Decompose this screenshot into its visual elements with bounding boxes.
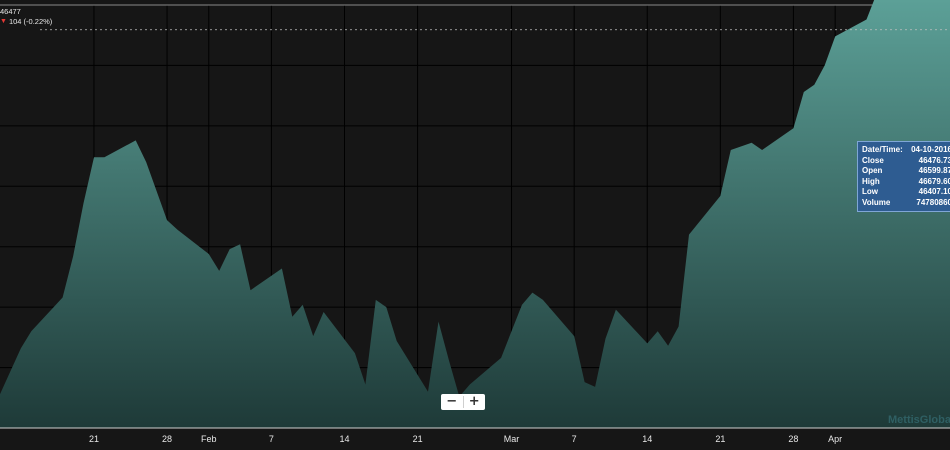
tooltip-row-low: Low 46407.10 bbox=[862, 187, 950, 198]
x-tick-label: 14 bbox=[339, 434, 349, 444]
x-tick-label: 21 bbox=[89, 434, 99, 444]
data-tooltip: Date/Time: 04-10-2016 Close 46476.73 Ope… bbox=[857, 141, 950, 212]
zoom-in-button[interactable]: + bbox=[464, 394, 486, 410]
x-tick-label: 7 bbox=[269, 434, 274, 444]
tooltip-value: 46407.10 bbox=[918, 187, 950, 196]
x-tick-label: Mar bbox=[504, 434, 520, 444]
x-tick-label: Feb bbox=[201, 434, 217, 444]
price-change-text: 104 (-0.22%) bbox=[8, 17, 53, 26]
tooltip-label: Low bbox=[862, 187, 878, 196]
tooltip-row-volume: Volume 74780860 bbox=[862, 198, 950, 209]
chart-container: 21 28 Feb 7 14 21 Mar 7 14 21 28 Apr 46477 ▼ 104 (-… bbox=[0, 0, 950, 450]
x-tick-label: 14 bbox=[642, 434, 652, 444]
price-header: 46477 ▼ 104 (-0.22%) bbox=[0, 7, 52, 27]
tooltip-value: 04-10-2016 bbox=[911, 145, 950, 154]
x-tick-label: 28 bbox=[162, 434, 172, 444]
tooltip-value: 46599.87 bbox=[918, 166, 950, 175]
x-tick-label: Apr bbox=[828, 434, 842, 444]
tooltip-label: Volume bbox=[862, 197, 891, 207]
tooltip-label: Open bbox=[862, 166, 883, 175]
tooltip-row-high: High 46679.60 bbox=[862, 177, 950, 188]
x-tick-label: 21 bbox=[413, 434, 423, 444]
x-tick-label: 28 bbox=[788, 434, 798, 444]
tooltip-label: Date/Time: bbox=[862, 145, 903, 154]
price-change: ▼ 104 (-0.22%) bbox=[0, 17, 52, 27]
tooltip-value: 46476.73 bbox=[918, 155, 950, 165]
triangle-down-icon: ▼ bbox=[0, 18, 7, 25]
area-series bbox=[0, 0, 950, 428]
watermark: MettisGlobal bbox=[888, 414, 950, 426]
tooltip-row-datetime: Date/Time: 04-10-2016 bbox=[862, 145, 950, 156]
x-tick-label: 7 bbox=[572, 434, 577, 444]
tooltip-row-close: Close 46476.73 bbox=[862, 156, 950, 167]
last-value: 46477 bbox=[0, 7, 21, 16]
zoom-out-button[interactable]: − bbox=[441, 394, 463, 410]
tooltip-row-open: Open 46599.87 bbox=[862, 166, 950, 177]
x-tick-label: 21 bbox=[715, 434, 725, 444]
zoom-controls: − + bbox=[441, 394, 485, 410]
area-chart[interactable]: 21 28 Feb 7 14 21 Mar 7 14 21 28 Apr bbox=[0, 0, 950, 450]
tooltip-value: 74780860 bbox=[916, 197, 950, 207]
tooltip-label: Close bbox=[862, 155, 884, 165]
tooltip-label: High bbox=[862, 176, 880, 186]
tooltip-value: 46679.60 bbox=[918, 176, 950, 186]
